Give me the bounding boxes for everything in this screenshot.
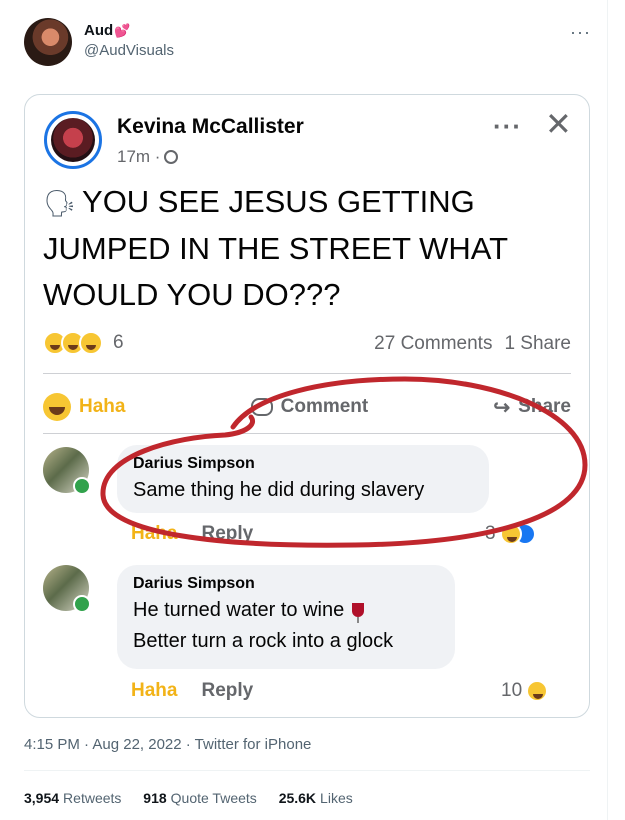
tweet-author-name[interactable]: Aud💕 — [84, 22, 130, 39]
fb-more-icon: ··· — [493, 111, 522, 141]
comment-author: Darius Simpson — [133, 455, 255, 472]
fb-haha-action: Haha — [43, 393, 125, 421]
fb-post-body: YOU SEE JESUS GETTING JUMPED IN THE STRE… — [43, 184, 508, 312]
tweet-stats: 3,954 Retweets 918 Quote Tweets 25.6K Likes — [24, 790, 371, 806]
retweets-count: 3,954 — [24, 790, 60, 806]
care-icon — [79, 331, 103, 355]
fb-comment-label: Comment — [280, 396, 369, 417]
comment-actions: Haha Reply — [131, 523, 253, 545]
speaking-head-icon: 🗣 — [43, 188, 77, 218]
fb-divider-top — [43, 373, 571, 374]
comment-avatar — [43, 565, 91, 613]
likes-count: 25.6K — [278, 790, 317, 806]
haha-icon — [526, 680, 549, 702]
quote-tweets-stat[interactable]: 918 Quote Tweets — [143, 790, 257, 806]
comment-reaction-count: 3 — [485, 523, 496, 544]
comment-actions: Haha Reply — [131, 680, 253, 702]
fb-post-text: 🗣 YOU SEE JESUS GETTING JUMPED IN THE STR… — [43, 179, 573, 318]
comment-text: Same thing he did during slavery — [133, 479, 425, 501]
fb-divider-bottom — [43, 433, 571, 434]
fb-share-label: Share — [518, 396, 571, 417]
close-icon: ✕ — [545, 106, 572, 142]
fb-haha-label: Haha — [79, 396, 126, 417]
comment-reactions: 3 — [485, 523, 536, 545]
online-status-dot — [73, 477, 91, 495]
comment-author: Darius Simpson — [133, 575, 255, 592]
fb-action-bar: Haha Comment ↪ Share — [43, 387, 571, 427]
fb-share-action: ↪ Share — [493, 395, 571, 420]
comment-text: He turned water to wine Better turn a ro… — [133, 595, 439, 657]
tweet-author-name-text[interactable]: Aud — [84, 22, 113, 39]
hearts-emoji-icon: 💕 — [114, 23, 131, 38]
comment-reply-link: Reply — [201, 523, 254, 544]
haha-icon — [499, 523, 522, 545]
comment-reply-link: Reply — [201, 680, 254, 701]
tweet-timestamp[interactable]: 4:15 PM · Aug 22, 2022 · Twitter for iPh… — [24, 736, 311, 753]
comment-reactions: 10 — [501, 680, 549, 702]
online-status-dot — [73, 595, 91, 613]
tweet-author-handle[interactable]: @AudVisuals — [84, 42, 174, 59]
fb-comment-action: Comment — [250, 396, 369, 418]
fb-reaction-count: 6 — [113, 332, 124, 353]
fb-post-time: 17m · — [117, 147, 161, 166]
wine-glass-icon — [352, 603, 365, 623]
retweets-label: Retweets — [63, 790, 122, 806]
haha-icon — [43, 393, 71, 421]
facebook-post-screenshot[interactable]: Kevina McCallister 17m · ··· ✕ 🗣 YOU SEE … — [24, 94, 590, 718]
fb-shares-count: 1 Share — [504, 333, 571, 354]
fb-author-avatar — [44, 111, 102, 169]
fb-post-meta: 17m · — [117, 147, 179, 167]
comment-line-2: Better turn a rock into a glock — [133, 630, 394, 652]
comment-icon — [250, 398, 273, 416]
fb-comments-count: 27 Comments — [374, 333, 493, 354]
retweets-stat[interactable]: 3,954 Retweets — [24, 790, 121, 806]
fb-counts: 27 Comments 1 Share — [362, 333, 571, 355]
comment-haha-link: Haha — [131, 523, 178, 544]
more-options-button[interactable]: ··· — [570, 22, 591, 43]
quote-tweets-count: 918 — [143, 790, 167, 806]
tweet: Aud💕 @AudVisuals ··· Kevina McCallister … — [0, 0, 608, 820]
comment-haha-link: Haha — [131, 680, 178, 701]
comment-bubble: Darius Simpson Same thing he did during … — [117, 445, 489, 513]
likes-stat[interactable]: 25.6K Likes — [279, 790, 353, 806]
comment-line-1: He turned water to wine — [133, 599, 345, 621]
share-icon: ↪ — [493, 396, 511, 419]
quote-tweets-label: Quote Tweets — [170, 790, 257, 806]
tweet-divider — [24, 770, 590, 771]
likes-label: Likes — [320, 790, 353, 806]
comment-reaction-count: 10 — [501, 680, 523, 701]
fb-author-name: Kevina McCallister — [117, 115, 304, 138]
comment-avatar — [43, 447, 91, 495]
tweet-author-avatar[interactable] — [24, 18, 72, 66]
globe-icon — [164, 150, 179, 164]
comment-bubble: Darius Simpson He turned water to wine B… — [117, 565, 455, 669]
fb-reactions: 6 — [43, 331, 124, 355]
